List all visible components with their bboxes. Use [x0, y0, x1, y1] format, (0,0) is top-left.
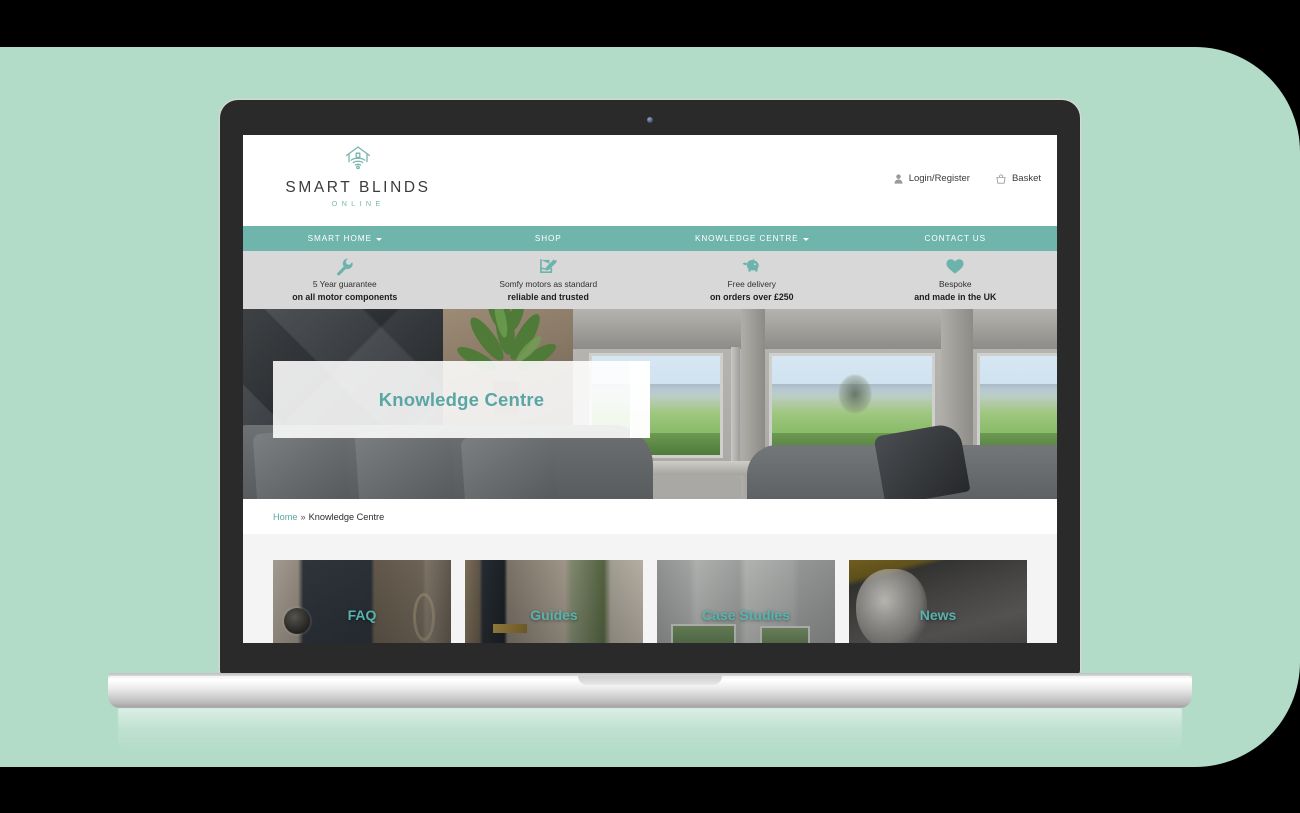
usp-delivery: Free delivery on orders over £250: [650, 258, 854, 302]
usp-guarantee-line1: 5 Year guarantee: [312, 278, 377, 289]
logo-subtitle: ONLINE: [331, 198, 385, 208]
usp-somfy-line2: reliable and trusted: [507, 291, 589, 302]
usp-somfy: Somfy motors as standard reliable and tr…: [447, 258, 651, 302]
site-header: SMART BLINDS ONLINE Login/Register Baske…: [243, 135, 1057, 226]
basket-label: Basket: [1011, 173, 1041, 184]
nav-label-knowledge-centre: KNOWLEDGE CENTRE: [694, 234, 799, 243]
window-mullion: [731, 347, 740, 465]
chevron-down-icon: [375, 237, 382, 241]
usp-bespoke-line2: and made in the UK: [914, 291, 997, 302]
card-label-guides: Guides: [530, 607, 578, 623]
card-overlay: [657, 560, 835, 643]
nav-label-contact-us: CONTACT US: [924, 234, 986, 243]
category-cards-section: FAQ Guides Case Studies News: [243, 534, 1057, 643]
nav-label-shop: SHOP: [534, 234, 562, 243]
category-card-faq[interactable]: FAQ: [273, 560, 451, 643]
breadcrumb-home-link[interactable]: Home: [273, 512, 298, 522]
breadcrumb-separator: »: [300, 511, 306, 522]
breadcrumb-current: Knowledge Centre: [308, 511, 385, 522]
category-cards-row: FAQ Guides Case Studies News: [273, 560, 1027, 643]
usp-strip: 5 Year guarantee on all motor components…: [243, 251, 1057, 309]
usp-delivery-line1: Free delivery: [727, 278, 776, 289]
laptop-lid: SMART BLINDS ONLINE Login/Register Baske…: [220, 100, 1080, 678]
card-label-faq: FAQ: [347, 607, 377, 623]
hero-overlay-panel: Knowledge Centre: [273, 361, 650, 438]
card-overlay: [465, 560, 643, 643]
usp-guarantee-line2: on all motor components: [292, 291, 398, 302]
laptop-reflection: [118, 708, 1182, 754]
piggy-bank-icon: [650, 258, 854, 277]
heart-icon: [854, 258, 1058, 277]
account-links: Login/Register Basket: [894, 173, 1041, 184]
webcam-icon: [647, 117, 653, 123]
browser-screen: SMART BLINDS ONLINE Login/Register Baske…: [243, 135, 1057, 643]
usp-guarantee: 5 Year guarantee on all motor components: [243, 258, 447, 302]
smart-home-wifi-house-icon: [273, 144, 443, 177]
wrench-icon: [243, 258, 447, 277]
category-card-news[interactable]: News: [849, 560, 1027, 643]
logo-wordmark: SMART BLINDS: [285, 179, 431, 196]
signature-icon: [447, 258, 651, 277]
card-label-news: News: [919, 607, 957, 623]
nav-item-shop[interactable]: SHOP: [447, 226, 651, 251]
nav-label-smart-home: SMART HOME: [307, 234, 372, 243]
chevron-down-icon: [802, 237, 809, 241]
card-label-case-studies: Case Studies: [702, 607, 790, 623]
user-icon: [894, 173, 903, 184]
laptop-mockup: SMART BLINDS ONLINE Login/Register Baske…: [0, 0, 1300, 813]
category-card-guides[interactable]: Guides: [465, 560, 643, 643]
hero-cushion-dark: [873, 422, 971, 499]
laptop-base-notch: [578, 676, 722, 685]
nav-item-smart-home[interactable]: SMART HOME: [243, 226, 447, 251]
usp-delivery-line2: on orders over £250: [709, 291, 794, 302]
basket-link[interactable]: Basket: [996, 173, 1041, 184]
roller-blind-headrail: [573, 309, 1057, 349]
page-title: Knowledge Centre: [378, 388, 545, 410]
card-overlay: [849, 560, 1027, 643]
nav-item-contact-us[interactable]: CONTACT US: [854, 226, 1058, 251]
window-pane: [977, 353, 1057, 458]
category-card-case-studies[interactable]: Case Studies: [657, 560, 835, 643]
site-logo[interactable]: SMART BLINDS ONLINE: [273, 144, 443, 207]
usp-somfy-line1: Somfy motors as standard: [499, 278, 598, 289]
main-navigation: SMART HOME SHOP KNOWLEDGE CENTRE CONTACT…: [243, 226, 1057, 251]
basket-icon: [996, 173, 1006, 184]
hero-banner: Knowledge Centre: [243, 309, 1057, 499]
usp-bespoke: Bespoke and made in the UK: [854, 258, 1058, 302]
login-register-link[interactable]: Login/Register: [894, 173, 970, 184]
breadcrumb: Home » Knowledge Centre: [243, 499, 1057, 534]
card-overlay: [273, 560, 451, 643]
usp-bespoke-line1: Bespoke: [938, 278, 972, 289]
nav-item-knowledge-centre[interactable]: KNOWLEDGE CENTRE: [650, 226, 854, 251]
login-register-label: Login/Register: [908, 173, 970, 184]
